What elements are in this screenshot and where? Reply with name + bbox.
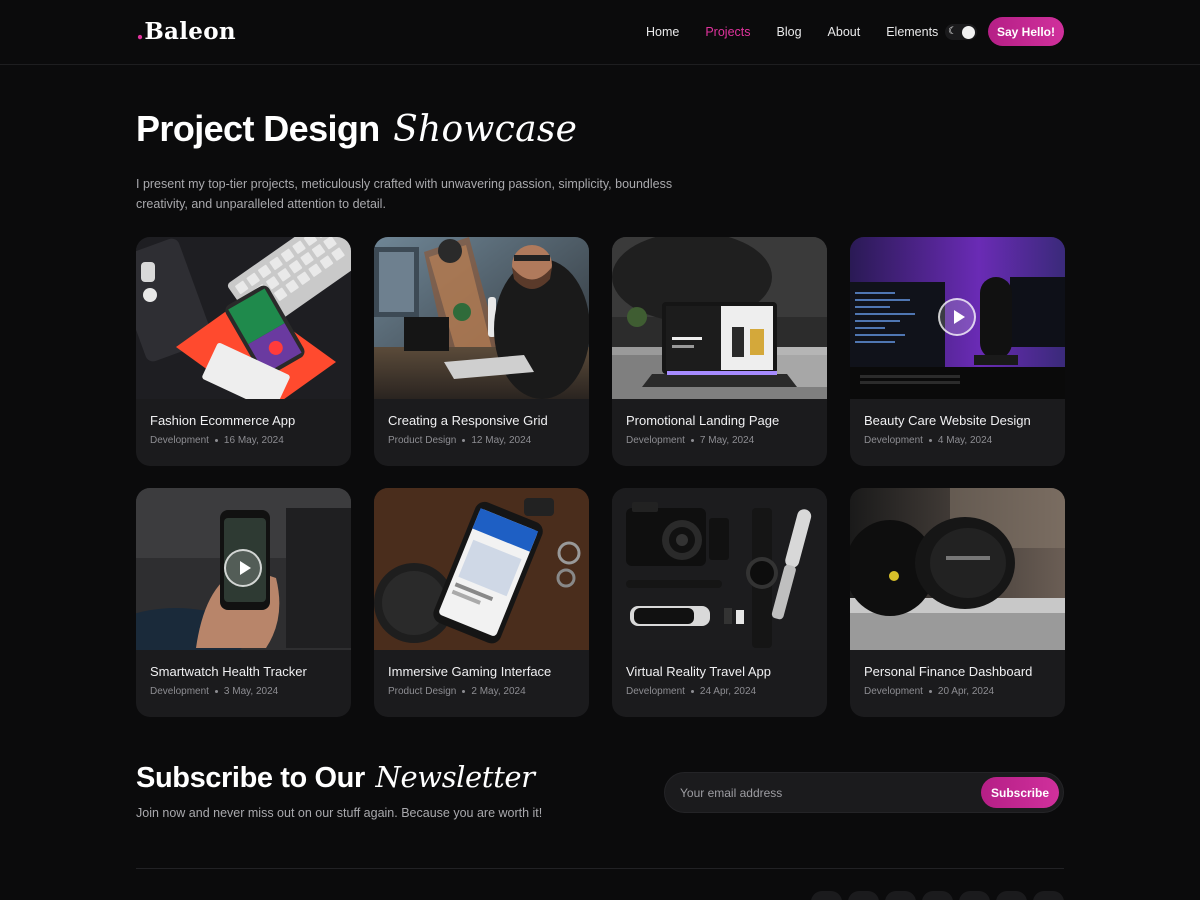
project-meta: Development 20 Apr, 2024 (864, 686, 994, 697)
newsletter-form: Subscribe (664, 772, 1064, 813)
dot-separator (928, 438, 932, 442)
social-link[interactable] (922, 891, 953, 900)
project-date: 12 May, 2024 (471, 435, 532, 446)
nav-elements[interactable]: Elements (886, 25, 938, 39)
social-link[interactable] (885, 891, 916, 900)
page-title: Project Design Showcase (136, 108, 577, 150)
project-meta: Development 24 Apr, 2024 (626, 686, 756, 697)
project-meta: Development 4 May, 2024 (864, 435, 992, 446)
main-nav: Home Projects Blog About Elements (646, 25, 964, 39)
dot-separator (214, 438, 218, 442)
play-icon[interactable] (938, 298, 976, 336)
moon-icon: ☾ (948, 26, 957, 37)
newsletter-title: Subscribe to Our Newsletter (136, 760, 535, 795)
project-date: 24 Apr, 2024 (699, 686, 757, 697)
project-title[interactable]: Creating a Responsive Grid (388, 413, 548, 428)
project-meta: Development 7 May, 2024 (626, 435, 754, 446)
project-thumbnail (374, 237, 589, 399)
social-link[interactable] (848, 891, 879, 900)
project-card[interactable]: Personal Finance Dashboard Development 20… (850, 488, 1065, 717)
nav-projects[interactable]: Projects (705, 25, 750, 39)
email-field[interactable] (680, 784, 970, 802)
project-category[interactable]: Development (626, 435, 685, 446)
project-title[interactable]: Virtual Reality Travel App (626, 664, 771, 679)
project-thumbnail (850, 488, 1065, 650)
project-date: 7 May, 2024 (699, 435, 755, 446)
dot-separator (690, 438, 694, 442)
logo[interactable]: .Baleon (136, 18, 236, 45)
project-date: 20 Apr, 2024 (937, 686, 995, 697)
project-category[interactable]: Development (626, 686, 685, 697)
page-description: I present my top-tier projects, meticulo… (136, 177, 673, 211)
dot-separator (462, 689, 466, 693)
project-category[interactable]: Product Design (388, 435, 456, 446)
project-thumbnail (374, 488, 589, 650)
dot-separator (928, 689, 932, 693)
project-card[interactable]: Immersive Gaming Interface Product Desig… (374, 488, 589, 717)
newsletter-title-accent: Newsletter (375, 760, 535, 794)
project-category[interactable]: Development (150, 435, 209, 446)
project-card[interactable]: Promotional Landing Page Development 7 Ma… (612, 237, 827, 466)
say-hello-button[interactable]: Say Hello! (988, 17, 1064, 46)
project-meta: Development 16 May, 2024 (150, 435, 284, 446)
project-date: 16 May, 2024 (223, 435, 284, 446)
project-category[interactable]: Development (150, 686, 209, 697)
page-title-main: Project Design (136, 108, 380, 149)
project-title[interactable]: Fashion Ecommerce App (150, 413, 295, 428)
social-link[interactable] (959, 891, 990, 900)
project-date: 4 May, 2024 (937, 435, 993, 446)
dot-separator (214, 689, 218, 693)
project-meta: Product Design 12 May, 2024 (388, 435, 531, 446)
project-title[interactable]: Promotional Landing Page (626, 413, 779, 428)
project-thumbnail (136, 488, 351, 650)
project-card[interactable]: Fashion Ecommerce App Development 16 May,… (136, 237, 351, 466)
newsletter-description: Join now and never miss out on our stuff… (136, 806, 543, 820)
project-title[interactable]: Immersive Gaming Interface (388, 664, 551, 679)
page-title-accent: Showcase (393, 109, 578, 150)
footer-divider (136, 868, 1064, 869)
project-category[interactable]: Development (864, 686, 923, 697)
project-thumbnail (850, 237, 1065, 399)
project-category[interactable]: Product Design (388, 686, 456, 697)
project-title[interactable]: Smartwatch Health Tracker (150, 664, 307, 679)
social-link[interactable] (996, 891, 1027, 900)
project-card[interactable]: Virtual Reality Travel App Development 24… (612, 488, 827, 717)
project-card[interactable]: Creating a Responsive Grid Product Desig… (374, 237, 589, 466)
project-meta: Development 3 May, 2024 (150, 686, 278, 697)
dot-separator (690, 689, 694, 693)
project-meta: Product Design 2 May, 2024 (388, 686, 526, 697)
dot-separator (462, 438, 466, 442)
project-category[interactable]: Development (864, 435, 923, 446)
subscribe-button[interactable]: Subscribe (981, 777, 1059, 808)
project-thumbnail (612, 488, 827, 650)
project-title[interactable]: Personal Finance Dashboard (864, 664, 1032, 679)
newsletter-title-main: Subscribe to Our (136, 762, 365, 794)
logo-text: Baleon (144, 18, 236, 45)
project-thumbnail (136, 237, 351, 399)
project-date: 3 May, 2024 (223, 686, 279, 697)
project-title[interactable]: Beauty Care Website Design (864, 413, 1031, 428)
theme-toggle[interactable]: ☾ (945, 24, 977, 40)
toggle-knob (962, 26, 975, 39)
play-icon[interactable] (224, 549, 262, 587)
project-thumbnail (612, 237, 827, 399)
nav-blog[interactable]: Blog (777, 25, 802, 39)
nav-about[interactable]: About (828, 25, 861, 39)
site-header: .Baleon Home Projects Blog About Element… (0, 0, 1200, 65)
project-card[interactable]: Smartwatch Health Tracker Development 3 M… (136, 488, 351, 717)
nav-home[interactable]: Home (646, 25, 679, 39)
social-link[interactable] (1033, 891, 1064, 900)
project-date: 2 May, 2024 (471, 686, 526, 697)
project-card[interactable]: Beauty Care Website Design Development 4 … (850, 237, 1065, 466)
social-link[interactable] (811, 891, 842, 900)
